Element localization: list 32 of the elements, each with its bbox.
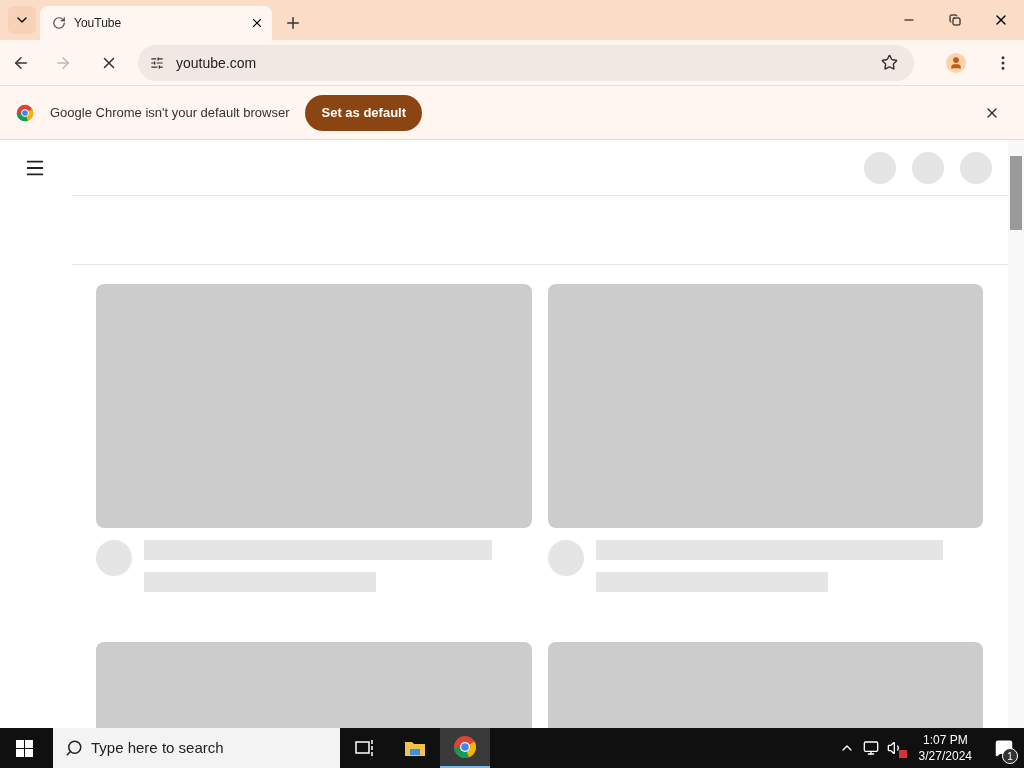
bookmark-star-icon[interactable]	[881, 54, 898, 71]
new-tab-icon[interactable]	[284, 14, 302, 32]
taskbar-app[interactable]	[440, 728, 490, 768]
url-text: youtube.com	[176, 53, 257, 73]
restore-icon[interactable]	[949, 14, 961, 26]
loading-icon	[52, 16, 66, 30]
avatar-placeholder	[864, 151, 896, 184]
scrollbar[interactable]	[1008, 140, 1024, 728]
folder-icon	[404, 739, 426, 757]
avatar-placeholder	[960, 151, 992, 184]
tab-search-button[interactable]	[8, 6, 36, 34]
set-default-button[interactable]: Set as default	[305, 94, 422, 131]
chrome-logo-icon	[16, 103, 34, 122]
search-placeholder: Type here to search	[91, 737, 224, 758]
windows-start-icon[interactable]	[16, 739, 33, 757]
profile-icon[interactable]	[946, 52, 966, 73]
browser-tab[interactable]: YouTube	[40, 6, 272, 40]
avatar-placeholder	[547, 540, 584, 576]
infobar-message: Google Chrome isn't your default browser	[50, 103, 290, 122]
avatar-placeholder	[96, 540, 132, 576]
clock-date[interactable]: 3/27/2024	[918, 748, 972, 764]
chrome-icon	[453, 735, 477, 759]
avatar-placeholder	[912, 151, 944, 184]
address-bar[interactable]: youtube.com	[138, 44, 914, 81]
task-view-icon	[355, 739, 375, 757]
site-info-icon[interactable]	[150, 55, 164, 70]
close-tab-icon[interactable]	[250, 16, 264, 30]
clock-time[interactable]: 1:07 PM	[922, 732, 968, 748]
tab-title: YouTube	[74, 15, 123, 31]
search-icon	[65, 739, 83, 757]
taskbar-search-field[interactable]: Type here to search	[53, 728, 340, 768]
network-icon[interactable]	[862, 740, 879, 756]
